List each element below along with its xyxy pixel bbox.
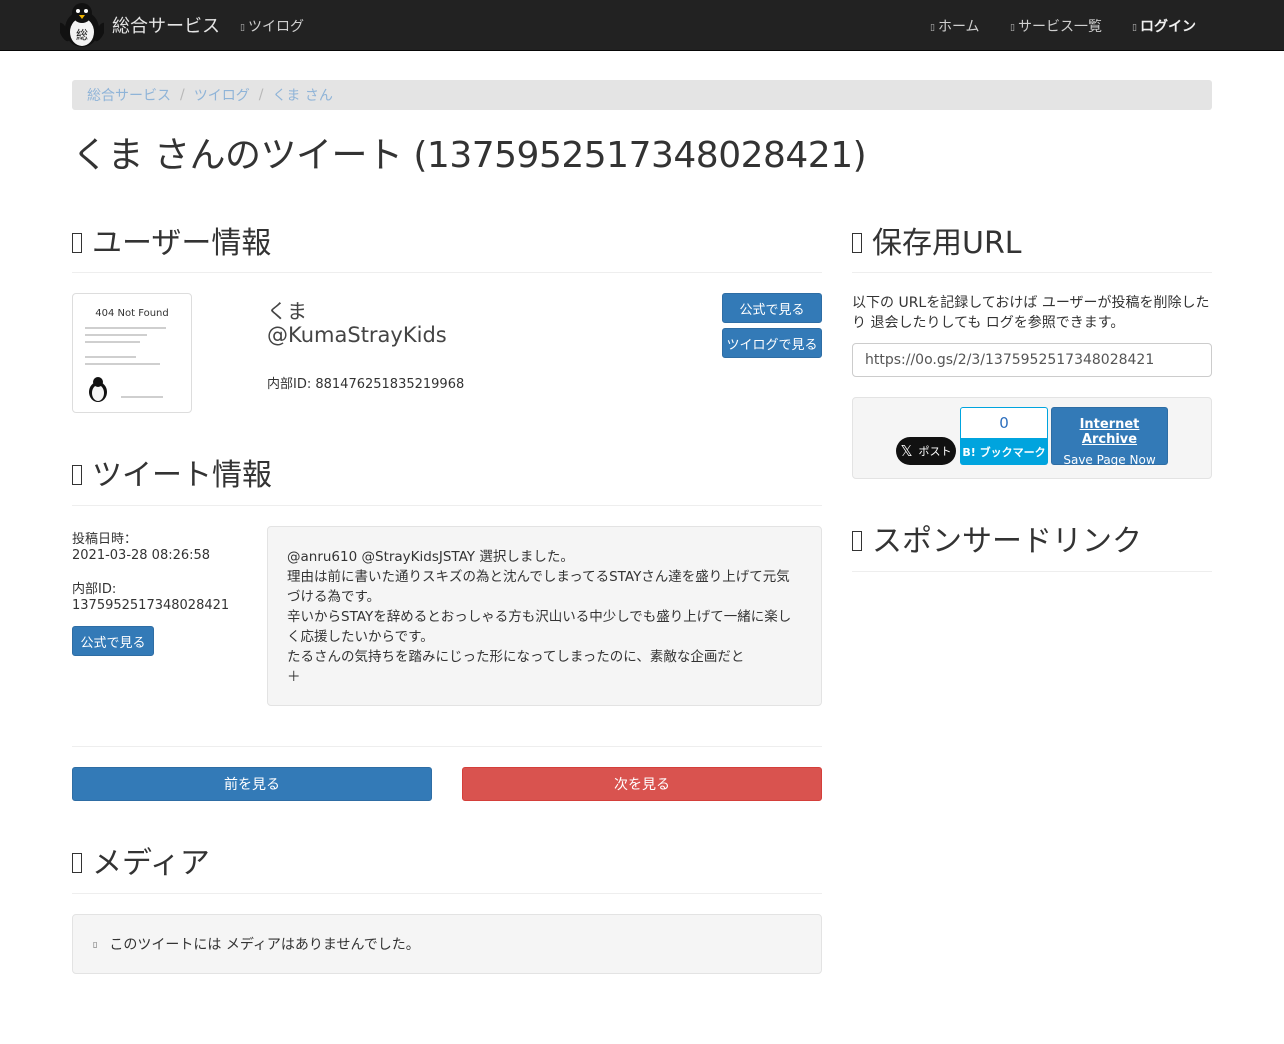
user-display-name: くま bbox=[267, 299, 307, 323]
breadcrumb-separator: / bbox=[258, 87, 264, 103]
posted-label: 投稿日時： bbox=[72, 532, 138, 547]
user-info-heading-text: ユーザー情報 bbox=[92, 226, 272, 261]
svg-text:総: 総 bbox=[76, 28, 88, 42]
nav-twilog[interactable]: ▯ ツイログ bbox=[240, 16, 304, 36]
user-official-button[interactable]: 公式で見る bbox=[722, 293, 822, 323]
info-icon: ▯ bbox=[93, 939, 98, 949]
next-tweet-button[interactable]: 次を見る bbox=[462, 767, 822, 801]
star-icon bbox=[852, 531, 862, 551]
brand-link[interactable]: 総 総合サービス bbox=[60, 2, 220, 48]
divider bbox=[72, 746, 822, 747]
user-internal-id: 内部ID: 881476251835219968 bbox=[267, 377, 465, 392]
login-icon: ▯ bbox=[1132, 23, 1137, 33]
save-url-heading-text: 保存用URL bbox=[872, 226, 1022, 261]
bookmark-icon bbox=[852, 233, 862, 253]
list-icon: ▯ bbox=[240, 23, 245, 33]
internet-archive-title: Internet Archive bbox=[1079, 417, 1140, 447]
user-twilog-button[interactable]: ツイログで見る bbox=[722, 328, 822, 358]
th-list-icon: ▯ bbox=[1010, 23, 1015, 33]
comment-icon bbox=[72, 465, 82, 485]
prev-tweet-button[interactable]: 前を見る bbox=[72, 767, 432, 801]
page-title: くま さんのツイート (1375952517348028421) bbox=[72, 135, 867, 176]
nav-login-label: ログイン bbox=[1139, 19, 1196, 35]
hatena-bookmark-button[interactable]: B! ブックマーク bbox=[960, 438, 1048, 465]
avatar-footer-line bbox=[121, 396, 163, 398]
user-info-heading: ユーザー情報 bbox=[72, 218, 271, 262]
user-handle: @KumaStrayKids bbox=[267, 323, 447, 347]
tweet-line: @anru610 @StrayKidsJSTAY 選択しました。 bbox=[287, 549, 574, 565]
tweet-official-button[interactable]: 公式で見る bbox=[72, 626, 154, 656]
tweet-id-value: 1375952517348028421 bbox=[72, 598, 230, 613]
avatar: 404 Not Found bbox=[72, 293, 192, 413]
sponsor-heading: スポンサードリンク bbox=[852, 516, 1142, 560]
divider bbox=[72, 505, 822, 506]
tweet-line: 辛いからSTAYを辞めるとおっしゃる方も沢山いる中少しでも盛り上げて一緒に楽しく… bbox=[287, 609, 792, 645]
posted-datetime: 2021-03-28 08:26:58 bbox=[72, 548, 211, 563]
save-url-field[interactable]: https://0o.gs/2/3/1375952517348028421 bbox=[852, 343, 1212, 377]
nav-login[interactable]: ▯ ログイン bbox=[1132, 16, 1196, 36]
avatar-placeholder-lines bbox=[85, 327, 179, 365]
user-icon bbox=[72, 233, 82, 253]
divider bbox=[852, 272, 1212, 273]
media-empty-well: ▯ このツイートには メディアはありませんでした。 bbox=[72, 914, 822, 974]
tweet-body: @anru610 @StrayKidsJSTAY 選択しました。 理由は前に書い… bbox=[267, 526, 822, 706]
media-empty-message: このツイートには メディアはありませんでした。 bbox=[109, 937, 420, 953]
tweet-id-label: 内部ID: bbox=[72, 582, 117, 597]
tweet-info-heading-text: ツイート情報 bbox=[92, 458, 272, 493]
nav-services[interactable]: ▯ サービス一覧 bbox=[1010, 16, 1102, 36]
divider bbox=[72, 893, 822, 894]
brand-name[interactable]: 総合サービス bbox=[112, 12, 220, 38]
picture-icon bbox=[72, 853, 82, 873]
internet-archive-subtitle: Save Page Now bbox=[1063, 453, 1156, 467]
hatena-bookmark-count[interactable]: 0 bbox=[960, 407, 1048, 438]
tweet-line: 理由は前に書いた通りスキズの為と沈んでしまってるSTAYさん達を盛り上げて元気づ… bbox=[287, 569, 790, 605]
internet-archive-button[interactable]: Internet Archive Save Page Now bbox=[1051, 407, 1168, 467]
save-url-note: 以下の URLを記録しておけば ユーザーが投稿を削除したり 退会したりしても ロ… bbox=[852, 295, 1210, 331]
x-post-button[interactable]: 𝕏 ポスト bbox=[896, 437, 956, 465]
nav-home[interactable]: ▯ ホーム bbox=[930, 16, 980, 36]
breadcrumb-separator: / bbox=[180, 87, 185, 103]
penguin-logo-icon bbox=[89, 377, 107, 402]
breadcrumb-twilog[interactable]: ツイログ bbox=[194, 85, 250, 105]
x-post-label: ポスト bbox=[918, 445, 952, 458]
media-heading: メディア bbox=[72, 838, 210, 882]
divider bbox=[72, 272, 822, 273]
penguin-logo-icon: 総 bbox=[60, 3, 104, 47]
breadcrumb: 総合サービス / ツイログ / くま さん bbox=[72, 80, 1212, 110]
avatar-not-found-text: 404 Not Found bbox=[95, 308, 169, 319]
tweet-line: たるさんの気持ちを踏みにじった形になってしまったのに、素敵な企画だと bbox=[287, 649, 745, 665]
tweet-info-heading: ツイート情報 bbox=[72, 450, 272, 494]
nav-home-label: ホーム bbox=[937, 19, 980, 35]
save-url-heading: 保存用URL bbox=[852, 218, 1022, 262]
breadcrumb-services[interactable]: 総合サービス bbox=[87, 85, 171, 105]
sponsor-heading-text: スポンサードリンク bbox=[872, 524, 1142, 559]
home-icon: ▯ bbox=[930, 23, 935, 33]
nav-twilog-label: ツイログ bbox=[247, 19, 304, 35]
divider bbox=[852, 571, 1212, 572]
breadcrumb-user[interactable]: くま さん bbox=[272, 85, 332, 105]
tweet-line: ＋ bbox=[287, 669, 301, 685]
x-logo-icon: 𝕏 bbox=[900, 442, 913, 460]
media-heading-text: メディア bbox=[92, 846, 210, 881]
top-navbar: 総 総合サービス ▯ ツイログ ▯ ホーム ▯ サービス一覧 ▯ ログイン bbox=[0, 0, 1284, 51]
nav-services-label: サービス一覧 bbox=[1017, 19, 1102, 35]
